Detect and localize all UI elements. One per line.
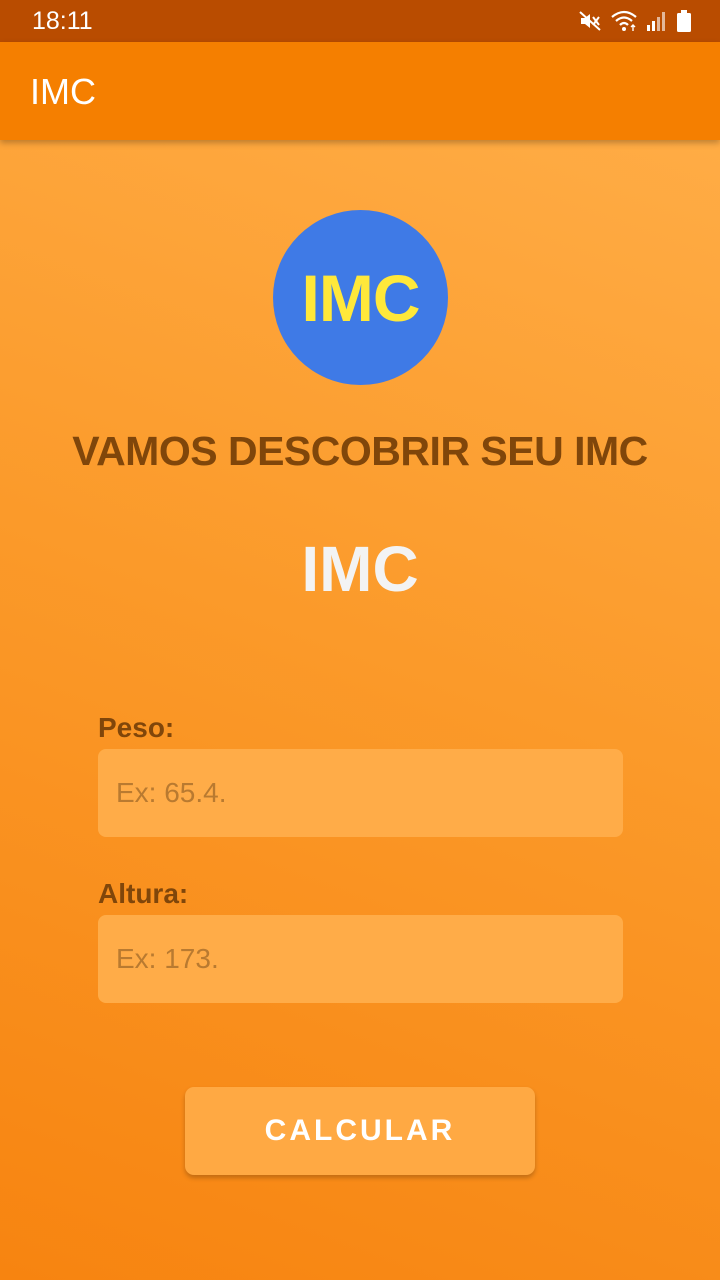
- wifi-icon: [610, 9, 638, 33]
- signal-icon: [646, 10, 668, 32]
- logo-text: IMC: [301, 260, 421, 335]
- headline: VAMOS DESCOBRIR SEU IMC: [72, 428, 648, 474]
- result-display: IMC: [301, 533, 419, 605]
- main-content: IMC VAMOS DESCOBRIR SEU IMC IMC Peso: Al…: [0, 140, 720, 1280]
- status-bar: 18:11: [0, 0, 720, 42]
- battery-icon: [676, 9, 692, 33]
- mute-icon: [578, 9, 602, 33]
- altura-input[interactable]: [98, 915, 623, 1003]
- app-title: IMC: [30, 71, 96, 112]
- app-bar: IMC: [0, 42, 720, 140]
- status-time: 18:11: [32, 7, 93, 35]
- status-icons: [578, 7, 692, 35]
- altura-label: Altura:: [98, 878, 189, 909]
- calculate-button[interactable]: CALCULAR: [185, 1087, 535, 1175]
- peso-input[interactable]: [98, 749, 623, 837]
- peso-label: Peso:: [98, 712, 175, 743]
- imc-logo: IMC: [273, 210, 448, 385]
